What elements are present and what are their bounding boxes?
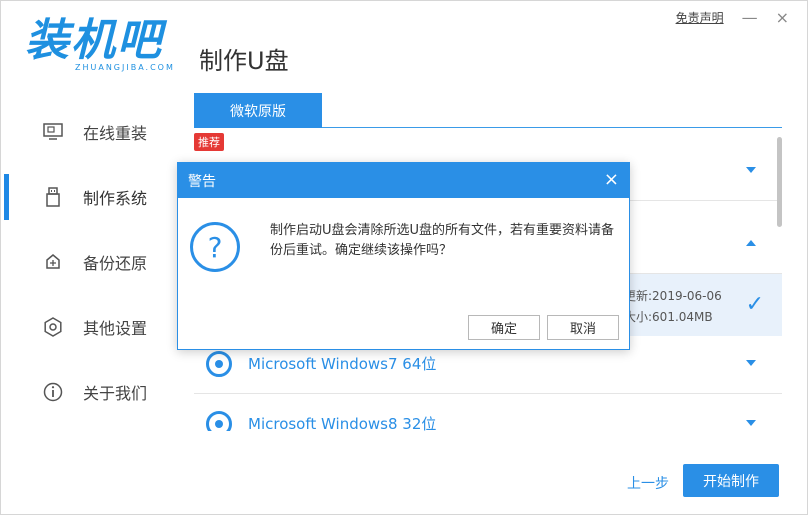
list-item-name: Microsoft Windows8 32位: [248, 415, 437, 431]
title-bar-controls: 免责声明 — ×: [676, 9, 789, 26]
close-window-button[interactable]: ×: [776, 9, 789, 26]
backup-icon: [43, 252, 63, 272]
logo-subtext: ZHUANGJIBA.COM: [75, 63, 175, 72]
cancel-button[interactable]: 取消: [547, 315, 619, 340]
chevron-down-icon[interactable]: [746, 360, 756, 366]
close-icon[interactable]: ×: [604, 169, 619, 190]
chevron-down-icon[interactable]: [746, 167, 756, 173]
disc-icon: [206, 410, 232, 431]
recommend-badge: 推荐: [194, 133, 224, 151]
file-size: 大小:601.04MB: [624, 310, 713, 324]
app-window: 装机吧 ZHUANGJIBA.COM 制作U盘 免责声明 — × 在线重装 制作…: [0, 0, 808, 515]
start-making-button[interactable]: 开始制作: [683, 464, 779, 497]
sidebar-item-label: 关于我们: [83, 383, 148, 403]
page-title: 制作U盘: [199, 47, 289, 75]
disc-icon: [206, 350, 232, 377]
sidebar-item-label: 其他设置: [83, 318, 148, 338]
sidebar: 在线重装 制作系统 备份还原 其他设置 关于我们: [1, 99, 171, 424]
scrollbar[interactable]: [777, 137, 782, 227]
dialog-title: 警告: [188, 173, 216, 190]
sidebar-item-label: 在线重装: [83, 123, 148, 143]
version-info: 更新:2019-06-06 大小:601.04MB: [624, 286, 722, 328]
tab-bar: 微软原版: [194, 93, 782, 128]
chevron-up-icon[interactable]: [746, 240, 756, 246]
dialog-header: 警告 ×: [178, 163, 629, 198]
question-icon: ?: [190, 222, 240, 272]
minimize-button[interactable]: —: [742, 9, 758, 26]
list-item-name: Microsoft Windows7 64位: [248, 355, 437, 373]
gear-icon: [43, 316, 63, 337]
chevron-down-icon[interactable]: [746, 420, 756, 426]
sidebar-item-online-reinstall[interactable]: 在线重装: [1, 99, 171, 164]
list-item[interactable]: Microsoft Windows8 32位: [194, 394, 782, 431]
sidebar-item-label: 制作系统: [83, 188, 148, 208]
checkmark-icon: ✓: [745, 292, 764, 317]
sidebar-item-about-us[interactable]: 关于我们: [1, 359, 171, 424]
sidebar-item-backup-restore[interactable]: 备份还原: [1, 229, 171, 294]
warning-dialog: 警告 × ? 制作启动U盘会清除所选U盘的所有文件，若有重要资料请备份后重试。确…: [177, 162, 630, 350]
monitor-icon: [43, 122, 63, 142]
usb-drive-icon: [43, 186, 63, 207]
tab-microsoft-original[interactable]: 微软原版: [194, 93, 322, 128]
logo-text: 装机吧: [25, 15, 163, 66]
confirm-button[interactable]: 确定: [468, 315, 540, 340]
info-icon: [43, 382, 63, 402]
update-date: 更新:2019-06-06: [624, 289, 722, 303]
sidebar-item-make-system[interactable]: 制作系统: [1, 164, 171, 229]
sidebar-item-label: 备份还原: [83, 253, 148, 273]
dialog-message: 制作启动U盘会清除所选U盘的所有文件，若有重要资料请备份后重试。确定继续该操作吗…: [270, 223, 615, 258]
sidebar-item-other-settings[interactable]: 其他设置: [1, 294, 171, 359]
previous-step-button[interactable]: 上一步: [627, 473, 669, 493]
logo: 装机吧 ZHUANGJIBA.COM: [25, 15, 175, 79]
disclaimer-link[interactable]: 免责声明: [676, 9, 724, 26]
